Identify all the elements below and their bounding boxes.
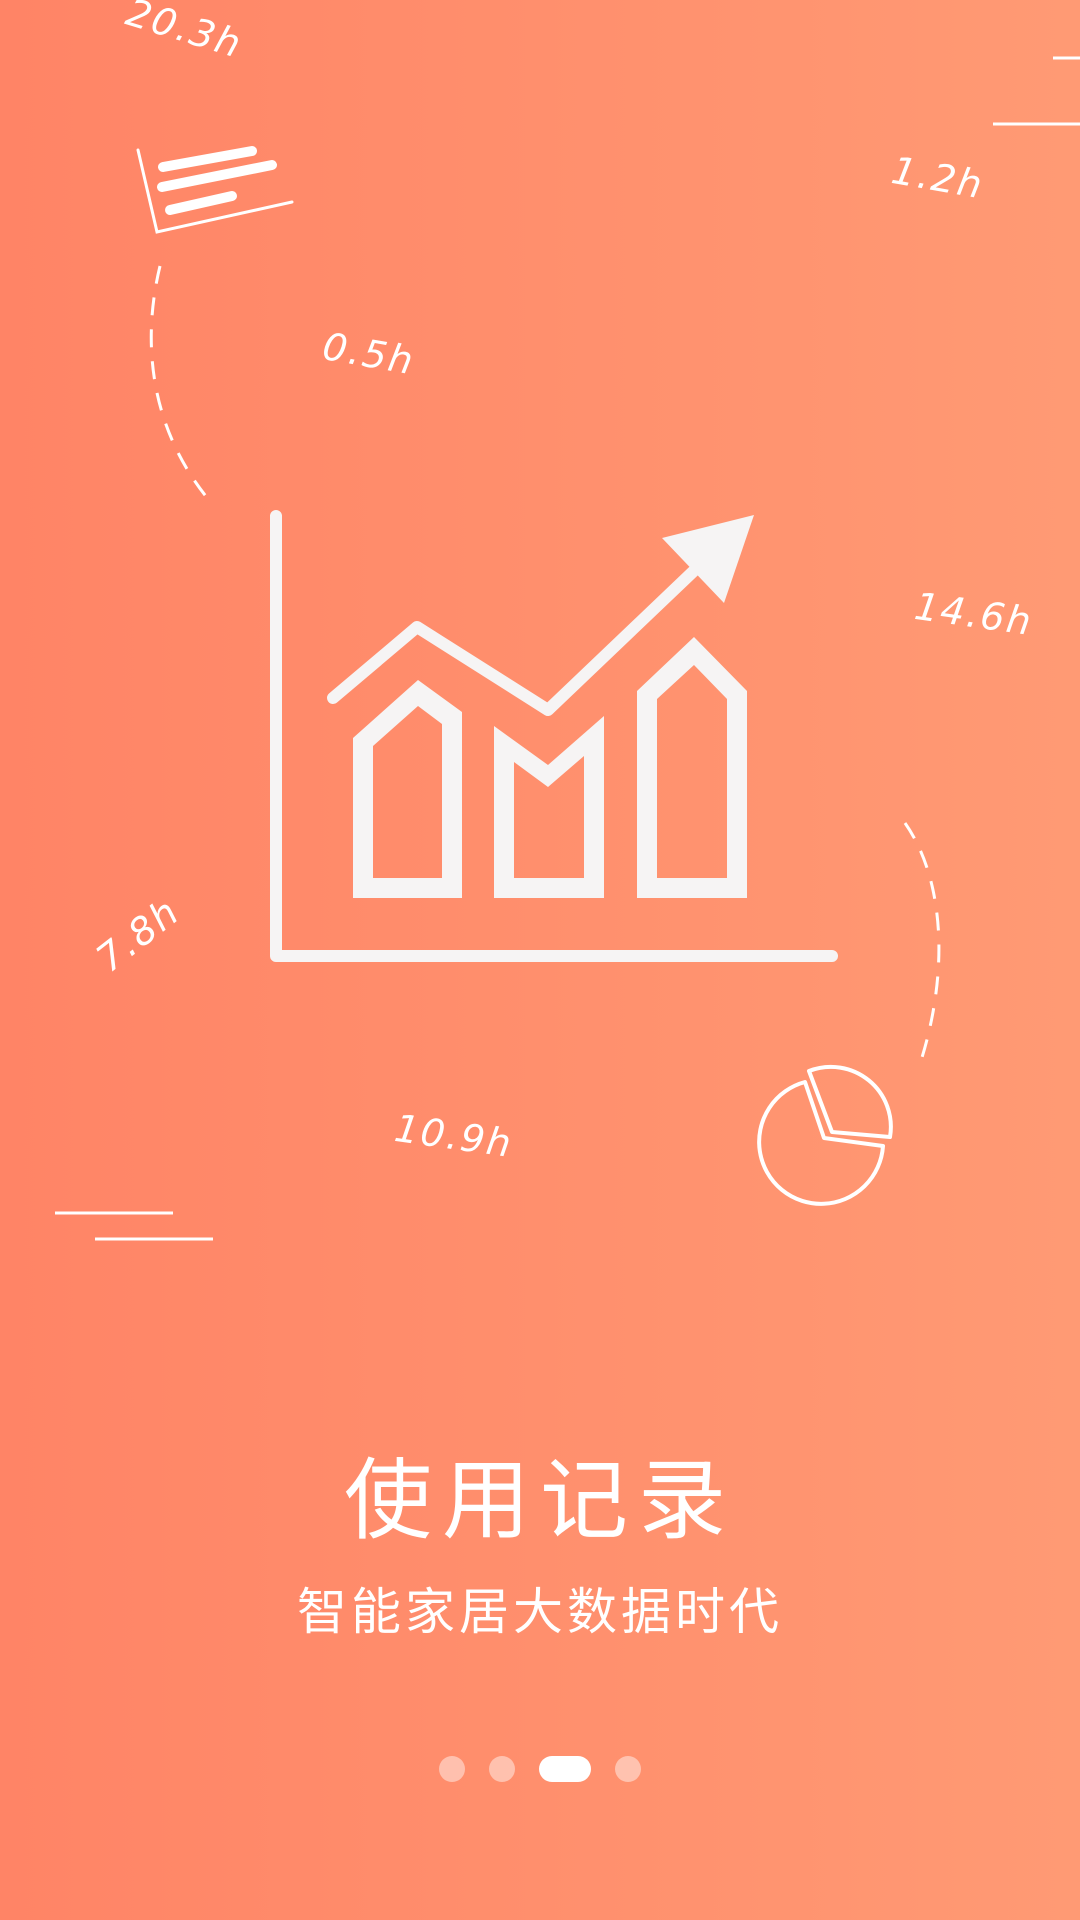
onboarding-subtitle: 智能家居大数据时代: [297, 1583, 783, 1641]
decor-lines-bottom-left: [55, 1211, 213, 1241]
dashed-arc-left: [149, 265, 216, 507]
onboarding-title: 使用记录: [343, 1449, 736, 1552]
pie-chart-icon: [757, 1064, 893, 1206]
page-dot[interactable]: [615, 1756, 641, 1782]
page-dot-active[interactable]: [539, 1756, 591, 1782]
page-indicator: [0, 1756, 1080, 1782]
page-dot[interactable]: [489, 1756, 515, 1782]
document-icon: [136, 146, 294, 234]
growth-chart-icon: [270, 510, 838, 962]
decor-lines-top-right: [993, 56, 1080, 126]
page-dot[interactable]: [439, 1756, 465, 1782]
dashed-arc-right: [903, 822, 941, 1071]
